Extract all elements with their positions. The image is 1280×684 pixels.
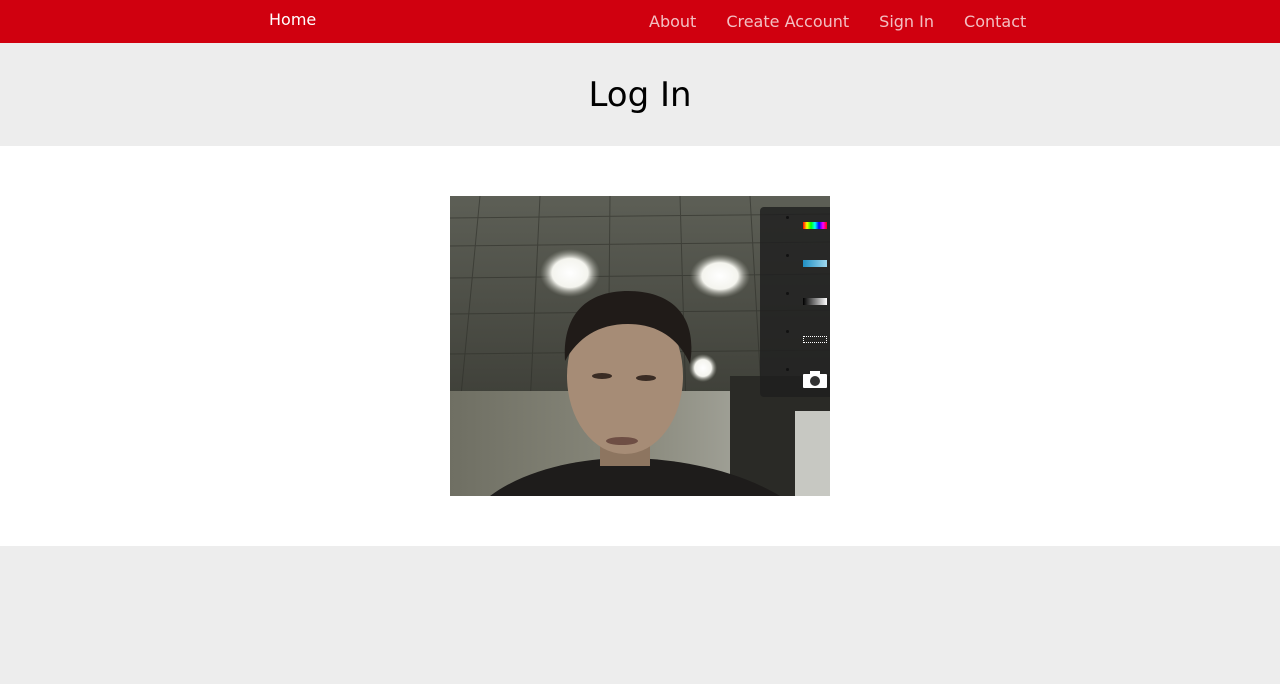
rainbow-filter-icon — [803, 222, 827, 229]
webcam-filter-toolbar — [760, 207, 830, 397]
camera-icon — [803, 371, 827, 388]
webcam-preview[interactable] — [450, 196, 830, 496]
filter-blue-tint-button[interactable] — [760, 252, 830, 272]
nav-link-about[interactable]: About — [634, 0, 711, 43]
footer-band — [0, 546, 1280, 684]
nav-link-create-account[interactable]: Create Account — [711, 0, 864, 43]
filter-rainbow-button[interactable] — [760, 214, 830, 234]
nav-links: About Create Account Sign In Contact — [634, 0, 1041, 43]
filter-frame-button[interactable] — [760, 328, 830, 348]
top-navbar: Home About Create Account Sign In Contac… — [0, 0, 1280, 43]
dotted-frame-icon — [803, 336, 827, 343]
nav-home-link[interactable]: Home — [269, 10, 316, 30]
blue-tint-filter-icon — [803, 260, 827, 267]
bullet-icon — [786, 254, 789, 257]
page-title: Log In — [588, 75, 692, 115]
bullet-icon — [786, 330, 789, 333]
nav-link-sign-in[interactable]: Sign In — [864, 0, 949, 43]
bullet-icon — [786, 292, 789, 295]
bullet-icon — [786, 368, 789, 371]
nav-link-contact[interactable]: Contact — [949, 0, 1041, 43]
filter-grayscale-button[interactable] — [760, 290, 830, 310]
grayscale-filter-icon — [803, 298, 827, 305]
snapshot-button[interactable] — [760, 366, 830, 392]
bullet-icon — [786, 216, 789, 219]
header-band: Log In — [0, 43, 1280, 146]
